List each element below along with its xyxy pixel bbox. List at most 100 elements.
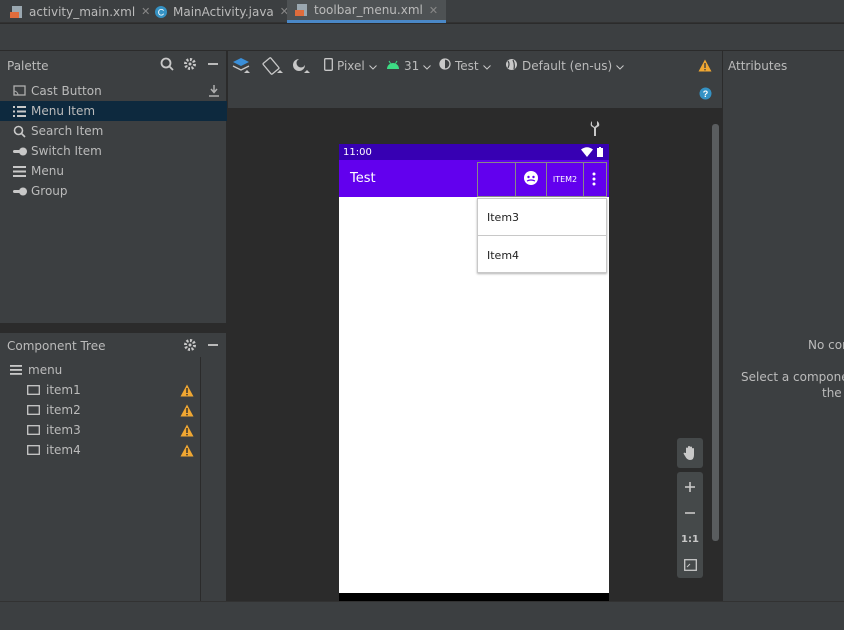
design-toolbar: Pixel 31 Test Default (en-us)	[228, 51, 722, 80]
xml-file-icon	[295, 3, 309, 17]
overflow-item-label: Item4	[487, 249, 520, 262]
component-tree-panel: Component Tree menu item1 item2 item3 it…	[0, 333, 227, 601]
menu-item-icon	[27, 445, 40, 455]
attributes-empty-line3: the l	[822, 386, 844, 400]
android-logo-icon	[523, 170, 539, 189]
palette-item-switch-item[interactable]: Switch Item	[0, 141, 227, 161]
overflow-item-item4[interactable]: Item4	[478, 237, 606, 274]
locale-selector[interactable]: Default (en-us)	[505, 51, 625, 80]
chevron-down-icon	[616, 59, 625, 73]
palette-panel: Palette Cast Button Menu Item Search Ite…	[0, 51, 227, 323]
zoom-in-icon[interactable]	[677, 474, 703, 500]
tree-list: menu item1 item2 item3 item4	[0, 357, 201, 601]
help-icon[interactable]: ?	[699, 87, 712, 103]
night-mode-icon[interactable]	[291, 51, 313, 80]
overflow-menu-icon[interactable]	[592, 172, 596, 189]
tab-label: toolbar_menu.xml	[314, 3, 423, 17]
battery-icon	[597, 147, 603, 160]
svg-text:C: C	[158, 7, 165, 17]
action-item1[interactable]	[515, 162, 547, 197]
tree-node-label: menu	[28, 363, 63, 377]
search-icon[interactable]	[160, 57, 174, 74]
palette-item-cast-button[interactable]: Cast Button	[0, 81, 227, 101]
tab-main-activity[interactable]: C MainActivity.java ✕	[154, 0, 289, 23]
action-item2[interactable]: ITEM2	[546, 162, 584, 197]
palette-item-group[interactable]: Group	[0, 181, 227, 201]
tab-activity-main[interactable]: activity_main.xml ✕	[10, 0, 150, 23]
chevron-down-icon	[368, 59, 377, 73]
warning-icon[interactable]	[180, 404, 194, 418]
minimize-icon[interactable]	[206, 338, 220, 355]
palette-item-label: Menu	[31, 164, 64, 178]
theme-label: Test	[455, 58, 479, 73]
zoom-out-icon[interactable]	[677, 500, 703, 526]
pan-tool	[677, 438, 703, 468]
overflow-item-label: Item3	[487, 210, 520, 224]
zoom-to-fit-icon[interactable]	[677, 552, 703, 578]
editor-mode-strip	[0, 24, 844, 50]
tree-node-item1[interactable]: item1	[27, 380, 81, 400]
java-class-icon: C	[154, 5, 168, 19]
tab-label: activity_main.xml	[29, 4, 136, 19]
hamburger-menu-icon	[10, 365, 22, 375]
palette-item-label: Cast Button	[31, 84, 102, 98]
search-icon	[13, 125, 31, 138]
minimize-icon[interactable]	[206, 57, 220, 74]
globe-icon	[505, 58, 518, 74]
app-title: Test	[350, 171, 376, 186]
layers-icon[interactable]	[232, 51, 252, 80]
editor-tab-bar: activity_main.xml ✕ C MainActivity.java …	[0, 0, 844, 23]
locale-label: Default (en-us)	[522, 58, 613, 73]
gear-icon[interactable]	[183, 57, 197, 74]
tree-node-menu[interactable]: menu	[10, 360, 62, 380]
api-level-selector[interactable]: 31	[386, 51, 432, 80]
device-selector[interactable]: Pixel	[324, 51, 377, 80]
attributes-title: Attributes	[728, 59, 788, 73]
palette-item-search-item[interactable]: Search Item	[0, 121, 227, 141]
close-icon[interactable]: ✕	[429, 4, 438, 17]
attributes-empty-line1: No cor	[808, 338, 844, 352]
attributes-empty-line2: Select a component	[741, 370, 844, 384]
wifi-icon	[581, 147, 593, 160]
theme-icon	[439, 58, 451, 73]
overflow-popup-menu: Item3 Item4	[477, 198, 607, 273]
design-subtoolbar: ?	[228, 80, 722, 108]
theme-selector[interactable]: Test	[439, 51, 491, 80]
group-icon	[13, 187, 31, 196]
palette-item-label: Switch Item	[31, 144, 102, 158]
status-time: 11:00	[343, 146, 372, 158]
wrench-icon[interactable]	[590, 121, 602, 139]
hand-icon[interactable]	[677, 440, 703, 466]
svg-text:?: ?	[703, 89, 709, 99]
warning-icon[interactable]	[180, 384, 194, 398]
tree-node-item2[interactable]: item2	[27, 400, 81, 420]
palette-item-menu-item[interactable]: Menu Item	[0, 101, 227, 121]
tree-node-item4[interactable]: item4	[27, 440, 81, 460]
palette-item-label: Group	[31, 184, 68, 198]
gear-icon[interactable]	[183, 338, 197, 355]
close-icon[interactable]: ✕	[141, 5, 150, 18]
tab-toolbar-menu[interactable]: toolbar_menu.xml ✕	[287, 0, 447, 23]
tab-label: MainActivity.java	[173, 4, 274, 19]
action-item2-label: ITEM2	[552, 175, 578, 184]
status-strip	[0, 601, 844, 630]
chevron-down-icon	[482, 59, 491, 73]
menu-item-icon	[27, 405, 40, 415]
overflow-item-item3[interactable]: Item3	[478, 199, 606, 236]
canvas-scrollbar[interactable]	[712, 124, 719, 541]
download-icon[interactable]	[208, 84, 220, 100]
warning-icon[interactable]	[180, 424, 194, 438]
palette-item-label: Menu Item	[31, 104, 96, 118]
chevron-down-icon	[423, 59, 432, 73]
tree-node-label: item1	[46, 383, 81, 397]
warning-icon[interactable]	[180, 444, 194, 458]
switch-icon	[13, 147, 31, 156]
palette-item-label: Search Item	[31, 124, 104, 138]
android-icon	[386, 59, 400, 73]
rotate-device-icon[interactable]	[261, 51, 285, 80]
xml-file-icon	[10, 5, 24, 19]
palette-item-menu[interactable]: Menu	[0, 161, 227, 181]
tree-node-item3[interactable]: item3	[27, 420, 81, 440]
zoom-actual-size-button[interactable]: 1:1	[677, 526, 703, 552]
warning-icon[interactable]	[698, 51, 712, 80]
